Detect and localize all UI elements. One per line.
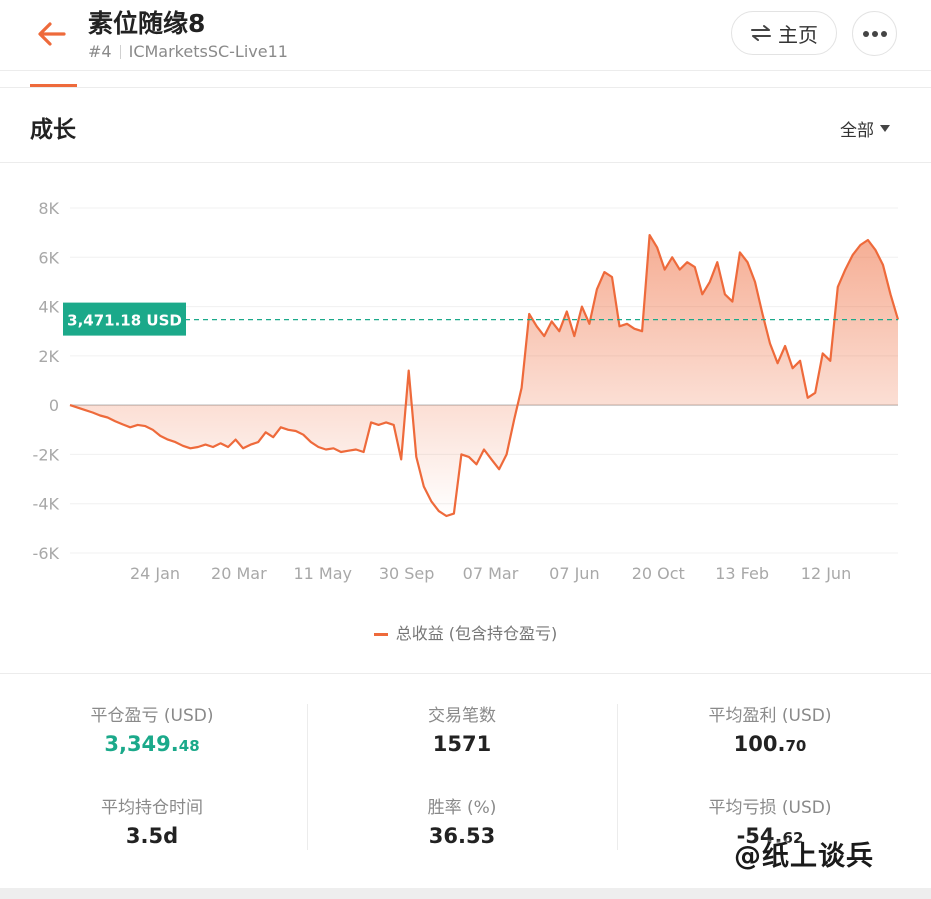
growth-section-title: 成长 [30, 117, 76, 143]
more-button[interactable] [852, 11, 897, 56]
legend-label: 总收益 (包含持仓盈亏) [395, 624, 558, 643]
avg-profit-dec: 70 [785, 737, 807, 755]
closed-pnl-stat: 平仓盈亏 (USD) 3,349.48 [2, 704, 302, 782]
trades-stat: 交易笔数 1571 [312, 704, 612, 782]
avg-hold-label: 平均持仓时间 [101, 798, 203, 818]
trades-value: 1571 [432, 732, 492, 756]
avg-profit-int: 100. [733, 732, 786, 756]
subline-divider [119, 44, 121, 59]
legend-swatch [373, 633, 388, 636]
avg-profit-stat: 平均盈利 (USD) 100.70 [620, 704, 920, 782]
closed-pnl-value: 3,349.48 [2, 728, 302, 760]
x-tick-label: 11 May [293, 564, 352, 583]
column-separator [617, 704, 618, 850]
page-title: 素位随缘8 [88, 9, 206, 38]
arrow-left-icon [38, 22, 66, 46]
avg-loss-label: 平均亏损 (USD) [708, 798, 832, 818]
series-area [70, 235, 898, 516]
win-rate-label: 胜率 (%) [427, 798, 497, 818]
account-subline: #4 ICMarketsSC-Live11 [88, 42, 288, 61]
x-tick-label: 07 Jun [549, 564, 599, 583]
tab-divider [0, 87, 931, 88]
y-tick-label: 2K [38, 347, 59, 366]
more-dots-icon [862, 30, 887, 37]
current-value-label: 3,471.18 USD [67, 312, 182, 330]
avg-hold-value: 3.5d [125, 824, 179, 848]
y-tick-label: -4K [33, 495, 60, 514]
x-tick-label: 20 Mar [211, 564, 267, 583]
server-label: ICMarketsSC-Live11 [128, 42, 288, 61]
top-header: 素位随缘8 #4 ICMarketsSC-Live11 主页 [0, 0, 931, 72]
y-tick-label: 0 [49, 396, 59, 415]
y-tick-label: 4K [38, 298, 59, 317]
closed-pnl-int: 3,349. [104, 732, 179, 756]
avg-profit-label: 平均盈利 (USD) [708, 706, 832, 726]
swap-icon [751, 25, 771, 41]
x-tick-label: 24 Jan [130, 564, 180, 583]
x-tick-label: 20 Oct [632, 564, 685, 583]
range-dropdown-label: 全部 [840, 121, 874, 141]
bottom-bar [0, 888, 931, 899]
watermark-text: @纸上谈兵 [734, 841, 874, 872]
stats-column-1: 平仓盈亏 (USD) 3,349.48 平均持仓时间 3.5d [2, 690, 302, 860]
rank-label: #4 [88, 42, 112, 61]
x-tick-label: 13 Feb [715, 564, 769, 583]
y-tick-label: 8K [38, 199, 59, 218]
header-divider [0, 70, 931, 71]
stats-column-2: 交易笔数 1571 胜率 (%) 36.53 [312, 690, 612, 860]
back-button[interactable] [34, 16, 70, 52]
avg-hold-stat: 平均持仓时间 3.5d [2, 796, 302, 874]
y-tick-label: 6K [38, 248, 59, 267]
home-button-label: 主页 [778, 22, 818, 47]
y-tick-label: -2K [33, 445, 60, 464]
win-rate-value: 36.53 [428, 824, 496, 848]
y-tick-label: -6K [33, 544, 60, 563]
x-tick-label: 12 Jun [801, 564, 851, 583]
caret-down-icon [880, 125, 890, 132]
chart-legend: 总收益 (包含持仓盈亏) [0, 620, 931, 644]
x-tick-label: 30 Sep [379, 564, 435, 583]
closed-pnl-label: 平仓盈亏 (USD) [90, 706, 214, 726]
win-rate-stat: 胜率 (%) 36.53 [312, 796, 612, 874]
home-button[interactable]: 主页 [731, 11, 837, 55]
x-tick-label: 07 Mar [463, 564, 519, 583]
stats-divider [0, 673, 931, 674]
avg-profit-value: 100.70 [620, 728, 920, 760]
range-dropdown[interactable]: 全部 [840, 116, 890, 141]
growth-chart[interactable]: 8K 6K 4K 2K 0 -2K -4K -6K 24 Jan 20 Mar 11 May 30 S… [0, 163, 931, 603]
trades-label: 交易笔数 [428, 706, 496, 726]
column-separator [307, 704, 308, 850]
closed-pnl-dec: 48 [178, 737, 200, 755]
